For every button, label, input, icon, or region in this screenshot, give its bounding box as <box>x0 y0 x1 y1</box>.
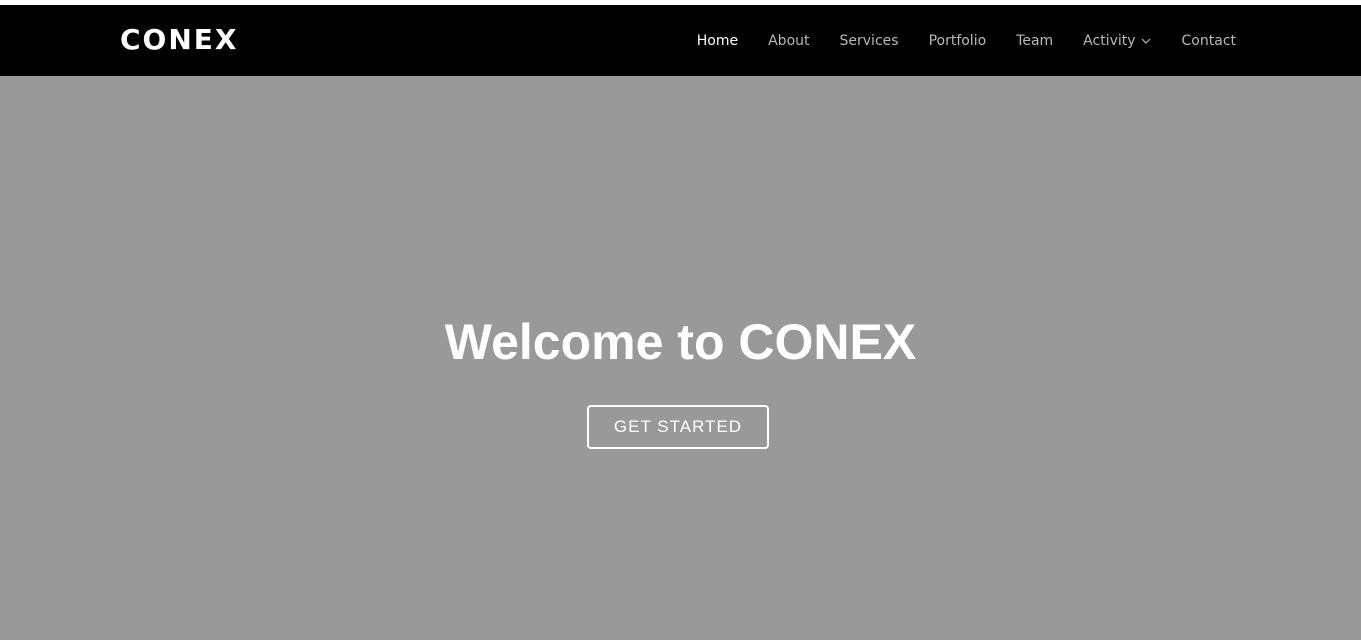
nav-item-activity[interactable]: Activity <box>1083 33 1151 49</box>
hero-section: Welcome to CONEX GET STARTED <box>0 76 1361 640</box>
nav-item-label: About <box>768 32 810 49</box>
nav-item-label: Services <box>839 32 899 49</box>
nav-item-label: Activity <box>1083 32 1136 49</box>
nav-item-contact[interactable]: Contact <box>1182 33 1236 49</box>
get-started-button[interactable]: GET STARTED <box>587 405 769 449</box>
chevron-down-icon <box>1140 35 1152 47</box>
nav-item-label: Contact <box>1181 32 1236 49</box>
nav-item-portfolio[interactable]: Portfolio <box>929 33 987 49</box>
hero-title: Welcome to CONEX <box>444 314 917 370</box>
nav-item-label: Team <box>1016 32 1054 49</box>
nav-item-services[interactable]: Services <box>840 33 899 49</box>
nav-item-label: Portfolio <box>928 32 987 49</box>
nav-item-label: Home <box>696 32 739 49</box>
nav-item-home[interactable]: Home <box>697 33 738 49</box>
nav-menu: Home About Services Portfolio Team Activ… <box>667 5 1361 76</box>
nav-item-team[interactable]: Team <box>1016 33 1053 49</box>
site-logo[interactable]: CONEX <box>120 22 239 58</box>
navbar: CONEX Home About Services Portfolio Team… <box>0 5 1361 76</box>
nav-item-about[interactable]: About <box>768 33 809 49</box>
